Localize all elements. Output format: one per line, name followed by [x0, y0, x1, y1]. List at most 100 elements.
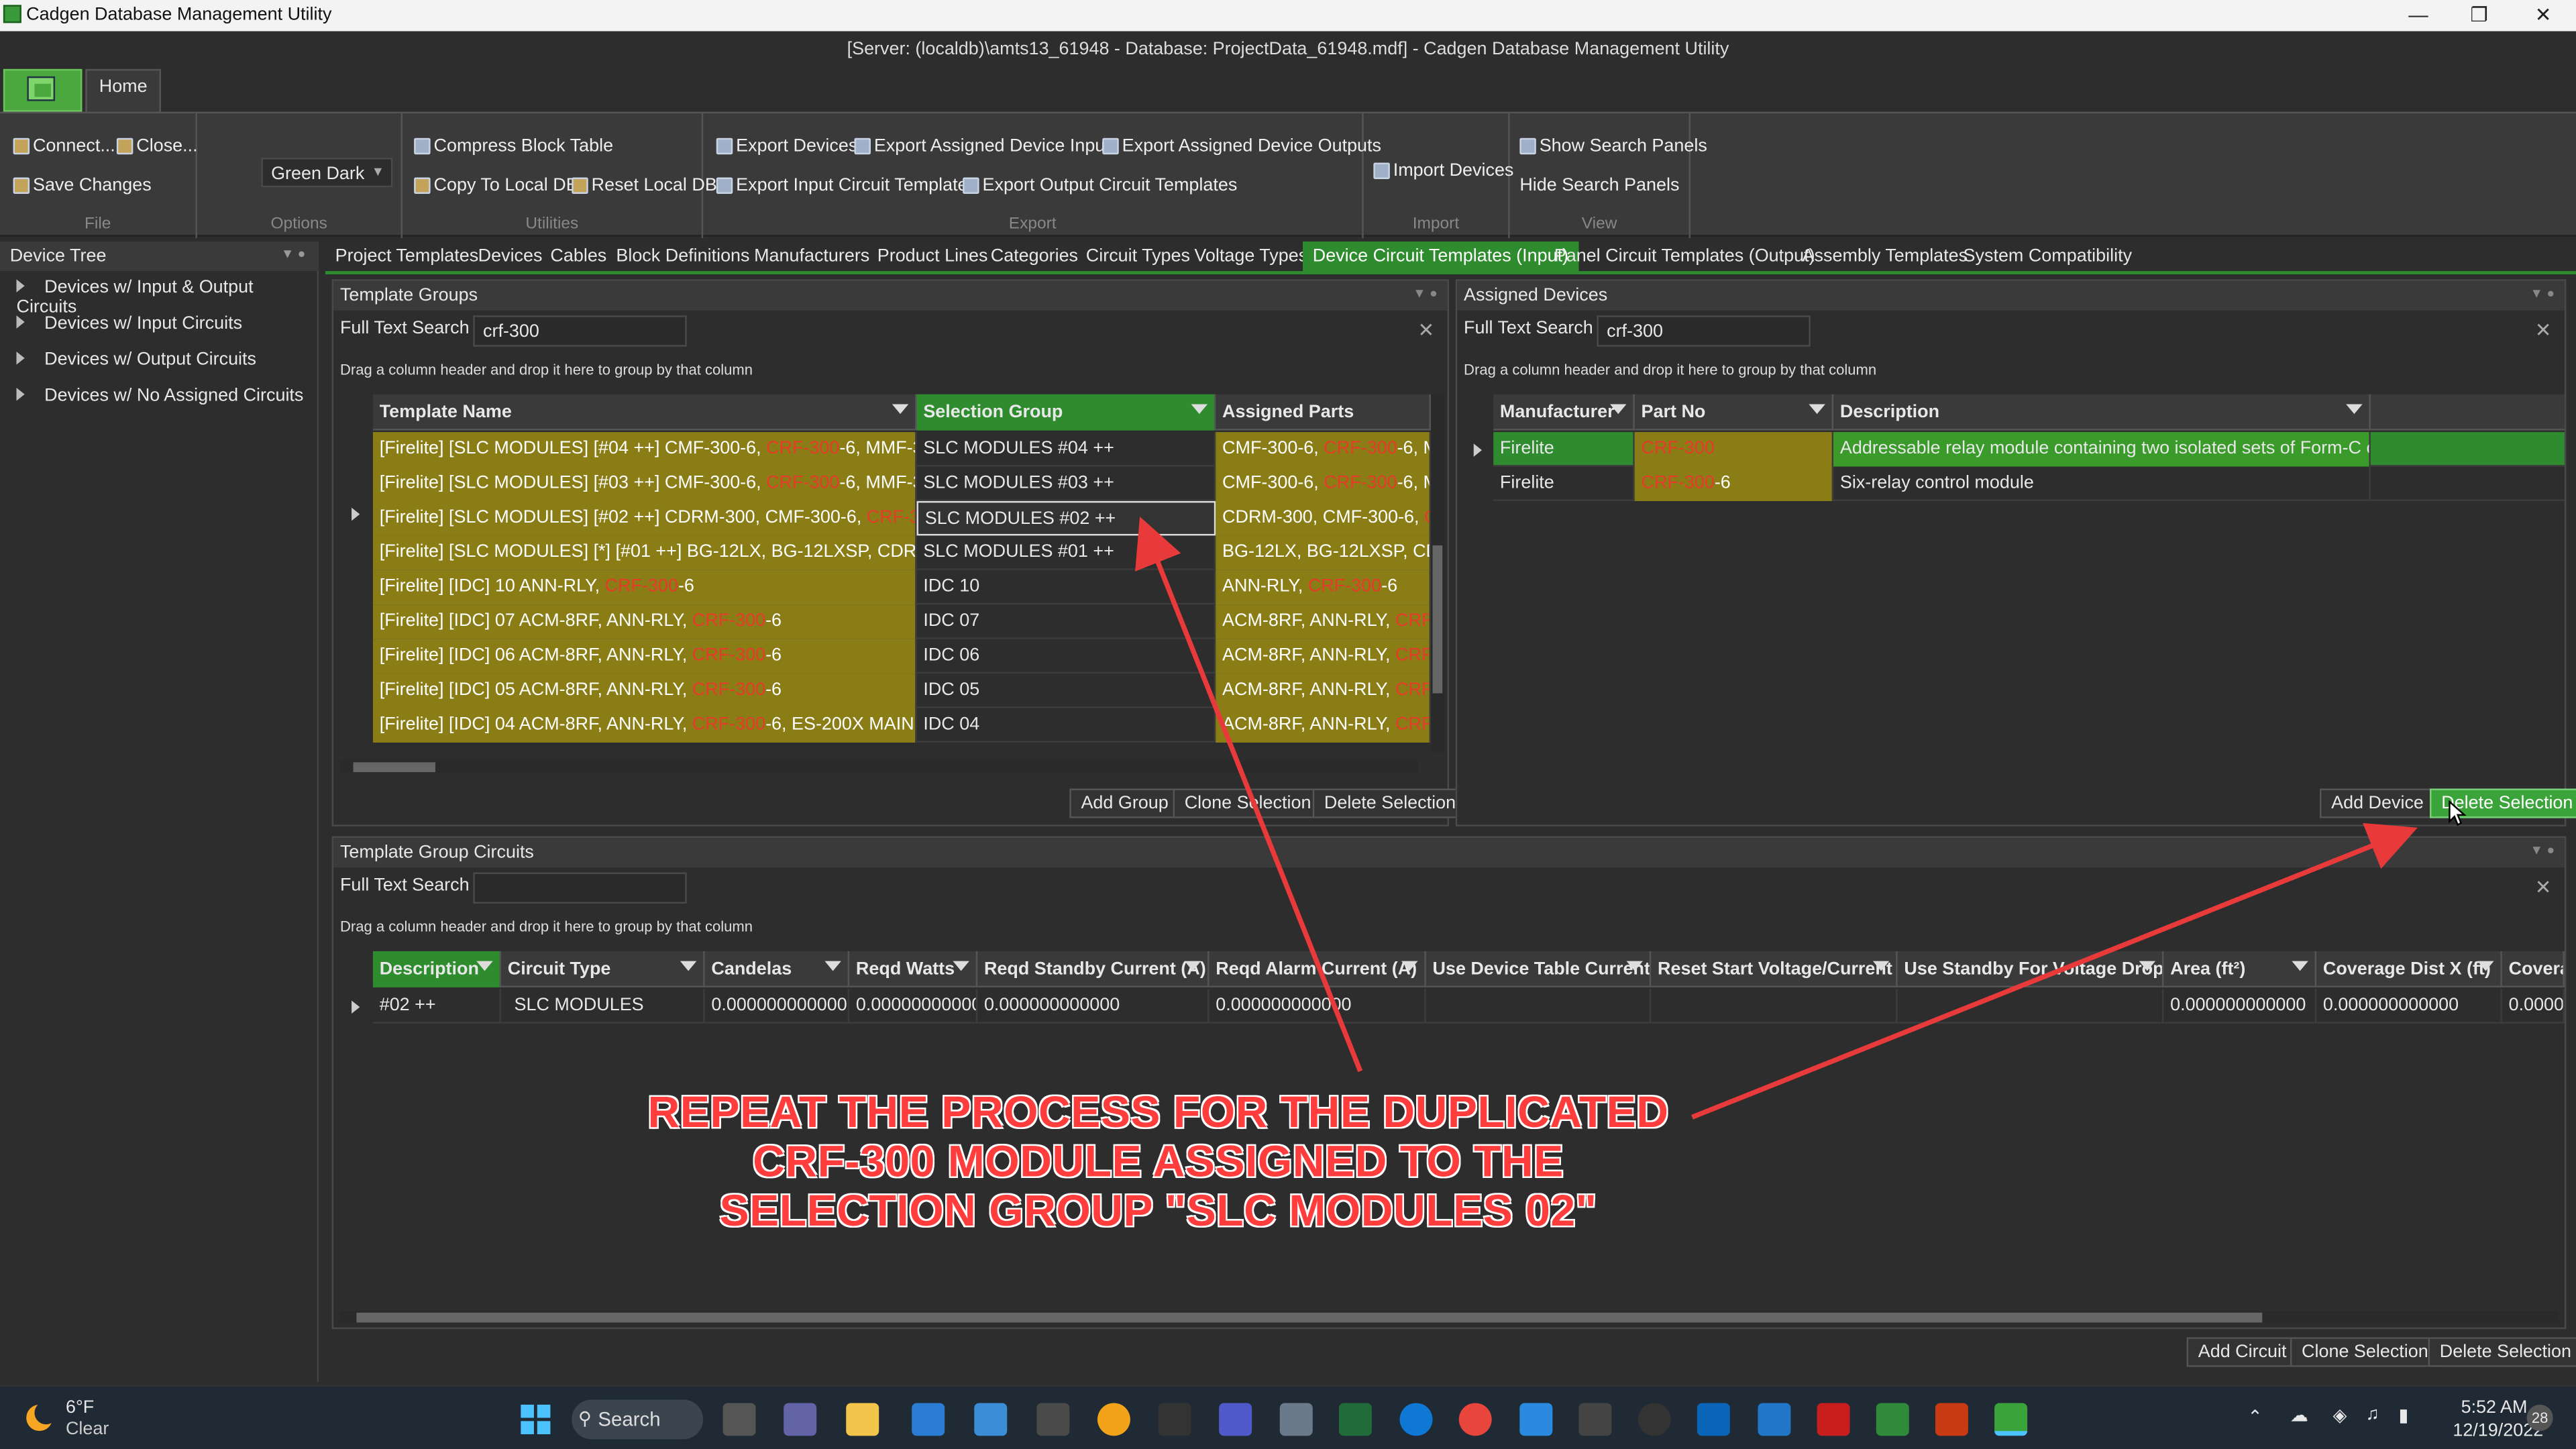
- tab-voltage-types[interactable]: Voltage Types: [1185, 241, 1318, 273]
- tab-circuit-types[interactable]: Circuit Types: [1076, 241, 1200, 273]
- edge-icon[interactable]: [1399, 1403, 1433, 1436]
- clone-selection-button[interactable]: Clone Selection: [2290, 1337, 2440, 1367]
- connect-button[interactable]: Connect...: [13, 136, 115, 156]
- tab-device-circuit-templates-input[interactable]: Device Circuit Templates (Input): [1303, 241, 1578, 273]
- col-circuit-7[interactable]: Reset Start Voltage/Current: [1651, 951, 1898, 987]
- filter-icon[interactable]: [1626, 961, 1643, 971]
- export-assigned-outputs-button[interactable]: Export Assigned Device Outputs: [1102, 136, 1381, 156]
- hide-search-panels-button[interactable]: Hide Search Panels: [1500, 176, 1679, 195]
- filter-icon[interactable]: [1809, 404, 1825, 415]
- col-circuit-3[interactable]: Reqd Watts: [849, 951, 978, 987]
- scroll-thumb[interactable]: [356, 1312, 2263, 1323]
- col-circuit-4[interactable]: Reqd Standby Current (A): [977, 951, 1210, 987]
- table-row[interactable]: [Firelite] [SLC MODULES] [#04 ++] CMF-30…: [372, 432, 1432, 467]
- autocad-icon[interactable]: [1578, 1403, 1612, 1436]
- cloud-icon[interactable]: ☁: [2290, 1405, 2308, 1426]
- calculator-icon[interactable]: [1036, 1403, 1070, 1436]
- expand-row-icon[interactable]: [352, 1000, 360, 1014]
- circuits-search-input[interactable]: [473, 872, 687, 904]
- tree-item-input-output[interactable]: Devices w/ Input & Output Circuits: [16, 278, 317, 317]
- pin-icon[interactable]: ▼ ●: [2530, 843, 2555, 857]
- delete-selection-button[interactable]: Delete Selection: [2428, 1337, 2576, 1367]
- export-assigned-inputs-button[interactable]: Export Assigned Device Inputs: [854, 136, 1119, 156]
- show-search-panels-button[interactable]: Show Search Panels: [1519, 136, 1707, 156]
- col-circuit-2[interactable]: Candelas: [705, 951, 850, 987]
- delete-selection-button[interactable]: Delete Selection: [1312, 788, 1468, 818]
- settings-app-icon[interactable]: [1758, 1403, 1791, 1436]
- copy-to-local-db-button[interactable]: Copy To Local DB: [414, 176, 578, 195]
- clock-time[interactable]: 5:52 AM: [2461, 1398, 2528, 1417]
- col-circuit-11[interactable]: Coverag: [2502, 951, 2565, 987]
- col-circuit-8[interactable]: Use Standby For Voltage Drop: [1898, 951, 2164, 987]
- filter-icon[interactable]: [680, 961, 697, 971]
- canary-browser-icon[interactable]: [1097, 1403, 1130, 1436]
- tab-devices[interactable]: Devices: [468, 241, 552, 273]
- table-row[interactable]: [Firelite] [SLC MODULES] [*] [#01 ++] BG…: [372, 535, 1432, 570]
- table-row[interactable]: [Firelite] [IDC] 04 ACM-8RF, ANN-RLY, CR…: [372, 708, 1432, 743]
- tab-categories[interactable]: Categories: [981, 241, 1088, 273]
- scroll-thumb[interactable]: [353, 762, 435, 773]
- filter-icon[interactable]: [1401, 961, 1418, 971]
- windows-start-icon[interactable]: [519, 1403, 552, 1436]
- pin-icon[interactable]: ▼ ●: [2530, 286, 2555, 301]
- save-changes-button[interactable]: Save Changes: [13, 176, 152, 195]
- export-devices-button[interactable]: Export Devices: [716, 136, 857, 156]
- col-template-name[interactable]: Template Name: [373, 394, 917, 431]
- add-group-button[interactable]: Add Group: [1069, 788, 1180, 818]
- teams-chat-icon[interactable]: [784, 1403, 817, 1436]
- camera-icon[interactable]: [1279, 1403, 1313, 1436]
- col-manufacturer[interactable]: Manufacturer: [1493, 394, 1635, 431]
- table-row[interactable]: [Firelite] [IDC] 05 ACM-8RF, ANN-RLY, CR…: [372, 674, 1432, 708]
- table-row[interactable]: [Firelite] [SLC MODULES] [#03 ++] CMF-30…: [372, 466, 1432, 501]
- col-selection-group[interactable]: Selection Group: [916, 394, 1216, 431]
- office-icon[interactable]: [1935, 1403, 1968, 1436]
- outlook-icon[interactable]: [1697, 1403, 1730, 1436]
- tab-block-definitions[interactable]: Block Definitions: [606, 241, 760, 273]
- filter-icon[interactable]: [824, 961, 841, 971]
- taskbar-search[interactable]: ⚲ Search: [572, 1399, 704, 1440]
- tab-project-templates[interactable]: Project Templates: [325, 241, 488, 273]
- col-part-no[interactable]: Part No: [1635, 394, 1834, 431]
- col-circuit-1[interactable]: Circuit Type: [501, 951, 705, 987]
- captivate-icon[interactable]: [1338, 1403, 1372, 1436]
- vertical-scrollbar[interactable]: [1431, 394, 1444, 753]
- col-circuit-10[interactable]: Coverage Dist X (ft): [2316, 951, 2502, 987]
- expand-icon[interactable]: [16, 279, 25, 292]
- import-devices-button[interactable]: Import Devices: [1373, 161, 1513, 180]
- teams-icon[interactable]: [1219, 1403, 1252, 1436]
- expand-icon[interactable]: [16, 352, 25, 365]
- table-row[interactable]: Firelite CRF-300 Addressable relay module …: [1493, 432, 2565, 467]
- table-row[interactable]: [Firelite] [SLC MODULES] [#02 ++] CDRM-3…: [372, 500, 1432, 536]
- clear-search-icon[interactable]: ✕: [1417, 319, 1434, 341]
- close-db-button[interactable]: Close...: [116, 136, 198, 156]
- col-circuit-0[interactable]: Description: [372, 951, 501, 987]
- col-circuit-5[interactable]: Reqd Alarm Current (A): [1209, 951, 1426, 987]
- add-device-button[interactable]: Add Device: [2319, 788, 2436, 818]
- filter-icon[interactable]: [1184, 961, 1201, 971]
- tree-item-output[interactable]: Devices w/ Output Circuits: [16, 350, 256, 370]
- app-icon[interactable]: [1519, 1403, 1553, 1436]
- tab-manufacturers[interactable]: Manufacturers: [744, 241, 879, 273]
- app-icon[interactable]: [912, 1403, 945, 1436]
- expand-icon[interactable]: [16, 387, 25, 401]
- table-row[interactable]: [Firelite] [IDC] 06 ACM-8RF, ANN-RLY, CR…: [372, 639, 1432, 674]
- tab-product-lines[interactable]: Product Lines: [867, 241, 998, 273]
- filter-icon[interactable]: [1872, 961, 1890, 971]
- table-row[interactable]: [Firelite] [IDC] 07 ACM-8RF, ANN-RLY, CR…: [372, 604, 1432, 639]
- chevron-up-icon[interactable]: ⌃: [2247, 1406, 2263, 1428]
- table-row[interactable]: [Firelite] [IDC] 10 ANN-RLY, CRF-300-6 ID…: [372, 570, 1432, 605]
- tab-home[interactable]: Home: [85, 68, 162, 112]
- tree-item-input[interactable]: Devices w/ Input Circuits: [16, 314, 242, 333]
- col-assigned-parts[interactable]: Assigned Parts: [1216, 394, 1432, 431]
- col-circuit-6[interactable]: Use Device Table Current: [1426, 951, 1652, 987]
- theme-select[interactable]: Green Dark ▼: [261, 158, 393, 188]
- tab-panel-circuit-templates-output[interactable]: Panel Circuit Templates (Output): [1544, 241, 1825, 273]
- table-row[interactable]: Firelite CRF-300-6 Six-relay control modul…: [1493, 466, 2565, 501]
- expand-icon[interactable]: [16, 315, 25, 329]
- filter-icon[interactable]: [953, 961, 969, 971]
- snipping-tool-icon[interactable]: [974, 1403, 1008, 1436]
- dell-icon[interactable]: [1638, 1403, 1671, 1436]
- col-description[interactable]: Description: [1833, 394, 2371, 431]
- pdf-icon[interactable]: [1817, 1403, 1850, 1436]
- pin-icon[interactable]: ▼ ●: [281, 246, 306, 261]
